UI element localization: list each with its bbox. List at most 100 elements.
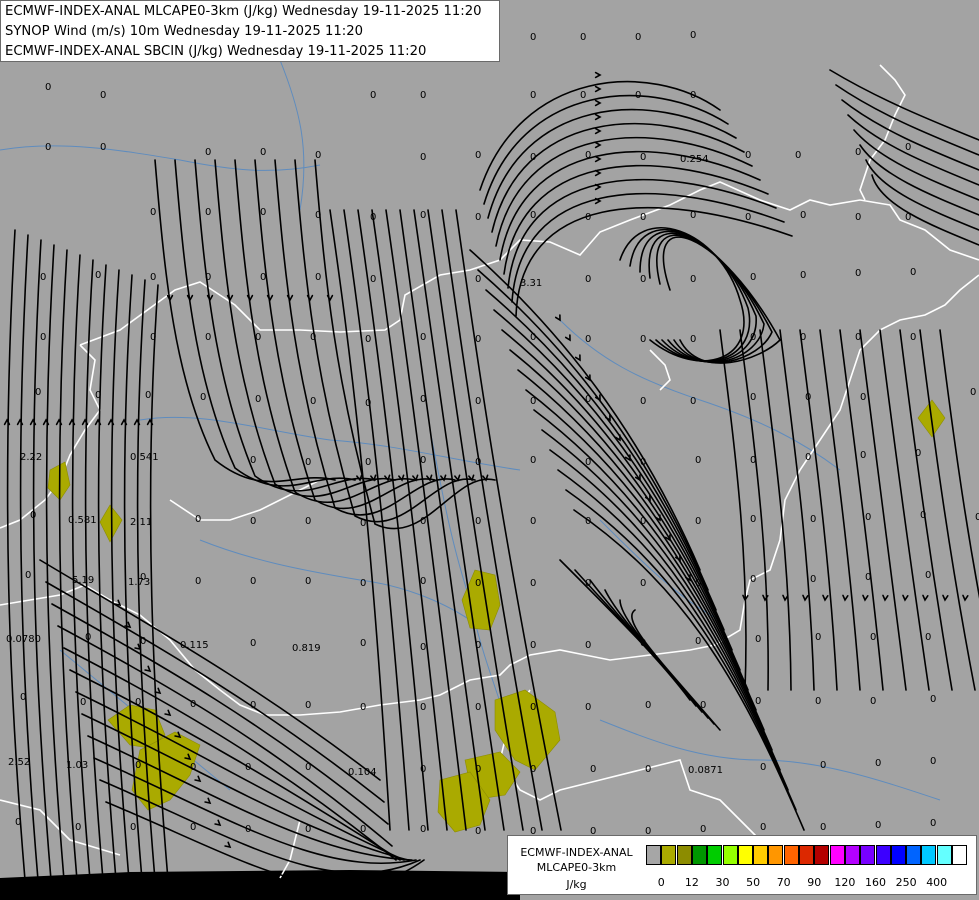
map-value-label: 0: [800, 332, 806, 343]
map-value-label: 0: [910, 332, 916, 343]
map-value-label: 0: [305, 457, 311, 468]
map-value-label: 0: [530, 516, 536, 527]
legend-tick-label: 120: [834, 876, 856, 889]
map-value-label: 0: [80, 697, 86, 708]
map-value-label: 0.581: [68, 515, 97, 526]
map-value-label: 0: [150, 332, 156, 343]
map-value-label: 0: [585, 702, 591, 713]
map-value-label: 0.254: [680, 154, 709, 165]
map-value-label: 0: [420, 516, 426, 527]
map-value-label: 0: [250, 455, 256, 466]
legend-swatch: [906, 845, 922, 865]
map-value-label: 0: [870, 632, 876, 643]
legend-swatch: [722, 845, 738, 865]
legend-title-source: ECMWF-INDEX-ANAL: [520, 846, 633, 859]
map-value-label: 0: [750, 455, 756, 466]
map-value-label: 0: [695, 636, 701, 647]
map-value-label: 0: [305, 516, 311, 527]
legend-swatch: [875, 845, 891, 865]
map-value-label: 0: [930, 756, 936, 767]
map-value-label: 0: [585, 274, 591, 285]
map-value-label: 0: [585, 640, 591, 651]
map-value-label: 0: [420, 824, 426, 835]
map-value-label: 0: [245, 762, 251, 773]
map-value-label: 0: [360, 824, 366, 835]
map-value-label: 0: [590, 764, 596, 775]
map-value-label: 0: [855, 147, 861, 158]
map-value-label: 0.819: [292, 643, 321, 654]
map-value-label: 0: [905, 142, 911, 153]
map-value-label: 0: [695, 578, 701, 589]
map-value-label: 0: [360, 702, 366, 713]
map-value-label: 0: [745, 212, 751, 223]
map-value-label: 0: [815, 696, 821, 707]
map-value-label: 0: [475, 150, 481, 161]
map-value-label: 0: [820, 760, 826, 771]
map-value-label: 0: [640, 212, 646, 223]
map-value-label: 0: [205, 332, 211, 343]
legend-swatch: [691, 845, 707, 865]
map-value-label: 0: [305, 576, 311, 587]
legend-swatch: [860, 845, 876, 865]
map-value-label: 0: [585, 516, 591, 527]
map-value-label: 0: [795, 150, 801, 161]
map-value-label: 0: [530, 640, 536, 651]
map-value-label: 0: [420, 642, 426, 653]
map-value-label: 0: [205, 147, 211, 158]
map-value-label: 0: [800, 210, 806, 221]
map-value-label: 0: [810, 574, 816, 585]
legend-swatch: [921, 845, 937, 865]
map-value-label: 0: [700, 700, 706, 711]
map-value-label: 0: [760, 762, 766, 773]
map-value-label: 0: [905, 212, 911, 223]
legend-tick-label: 90: [807, 876, 822, 889]
map-value-label: 0: [865, 512, 871, 523]
map-value-label: 0: [190, 699, 196, 710]
map-value-label: 0: [195, 576, 201, 587]
map-value-label: 0: [15, 817, 21, 828]
map-value-label: 0: [260, 207, 266, 218]
map-value-label: 0: [45, 142, 51, 153]
map-value-label: 0: [475, 826, 481, 837]
map-value-label: 3.31: [520, 278, 542, 289]
map-value-label: 0: [475, 640, 481, 651]
map-value-label: 0: [95, 390, 101, 401]
map-value-label: 0: [530, 90, 536, 101]
map-value-label: 0: [45, 82, 51, 93]
map-value-label: 0.0780: [6, 634, 41, 645]
map-value-label: 0: [475, 457, 481, 468]
map-value-label: 1.03: [66, 760, 88, 771]
legend-swatch: [737, 845, 753, 865]
map-value-label: 0: [420, 764, 426, 775]
map-value-label: 0: [920, 510, 926, 521]
map-value-label: 0: [855, 212, 861, 223]
map-value-label: 0: [700, 824, 706, 835]
legend-swatch: [753, 845, 769, 865]
map-value-label: 0: [205, 207, 211, 218]
map-value-label: 0: [420, 394, 426, 405]
map-value-label: 0: [140, 636, 146, 647]
map-value-label: 0: [95, 270, 101, 281]
map-value-label: 0: [530, 152, 536, 163]
map-value-label: 0: [645, 764, 651, 775]
map-value-label: 0: [250, 516, 256, 527]
map-value-label: 0.115: [180, 640, 209, 651]
map-value-label: 5.19: [72, 575, 94, 586]
map-value-label: 0: [580, 90, 586, 101]
legend-tick-label: 250: [895, 876, 917, 889]
map-value-label: 0: [910, 267, 916, 278]
title-box: ECMWF-INDEX-ANAL MLCAPE0-3km (J/kg) Wedn…: [0, 0, 500, 62]
map-value-label: 0: [420, 455, 426, 466]
map-value-label: 0: [315, 210, 321, 221]
map-value-label: 0: [475, 578, 481, 589]
map-value-label: 0: [640, 516, 646, 527]
map-value-label: 0: [25, 570, 31, 581]
map-value-label: 0: [750, 392, 756, 403]
legend-swatch: [768, 845, 784, 865]
map-value-label: 0: [800, 270, 806, 281]
map-value-label: 2.22: [20, 452, 42, 463]
map-value-label: 0: [75, 822, 81, 833]
map-value-label: 0: [755, 696, 761, 707]
legend-title-param: MLCAPE0-3km: [536, 861, 617, 874]
map-value-label: 0: [870, 696, 876, 707]
